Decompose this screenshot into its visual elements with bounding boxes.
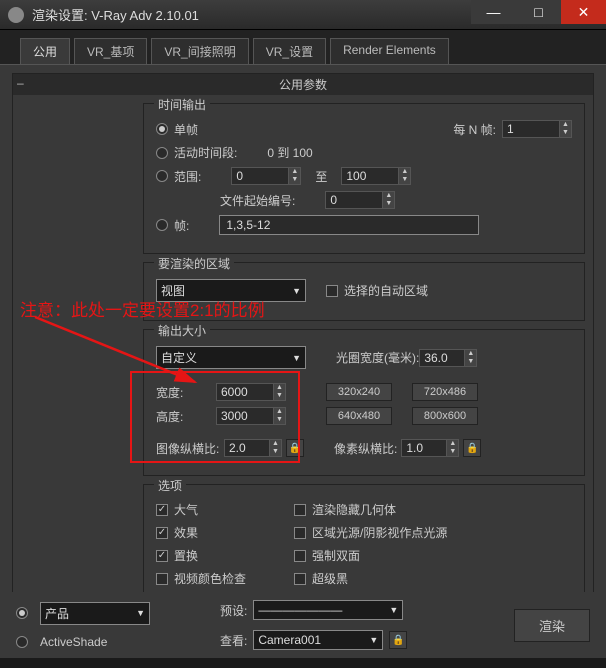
group-label: 时间输出 [154, 96, 210, 113]
close-button[interactable]: ✕ [561, 0, 606, 24]
active-segment-label: 活动时间段: [174, 144, 237, 161]
pixel-aspect-spinner[interactable]: ▲▼ [401, 439, 459, 457]
every-n-input[interactable] [502, 120, 560, 138]
chevron-down-icon: ▼ [136, 608, 145, 618]
force2side-checkbox[interactable] [294, 550, 306, 562]
group-label: 要渲染的区域 [154, 255, 234, 272]
frames-label: 帧: [174, 217, 189, 234]
aperture-label: 光圈宽度(毫米): [336, 349, 419, 366]
width-spinner[interactable]: ▲▼ [216, 383, 286, 401]
options-group: 选项 大气 渲染隐藏几何体 效果 区域光源/阴影视作点光源 置换 强制双面 [143, 484, 585, 603]
range-from-spinner[interactable]: ▲▼ [231, 167, 301, 185]
time-output-group: 时间输出 单帧 每 N 帧: ▲▼ 活动时间段: 0 到 100 [143, 103, 585, 254]
img-aspect-label: 图像纵横比: [156, 440, 224, 457]
activeshade-label: ActiveShade [40, 635, 107, 649]
range-label: 范围: [174, 168, 201, 185]
radio-activeshade[interactable] [16, 636, 28, 648]
video-color-checkbox[interactable] [156, 573, 168, 585]
product-dropdown[interactable]: 产品 ▼ [40, 602, 150, 625]
app-icon [8, 7, 24, 23]
output-size-group: 输出大小 自定义 ▼ 光圈宽度(毫米): ▲▼ 宽度: ▲▼ 320x240 7… [143, 329, 585, 476]
pixel-aspect-label: 像素纵横比: [334, 440, 397, 457]
chevron-down-icon: ▼ [292, 353, 301, 363]
tab-vr-base[interactable]: VR_基项 [74, 38, 147, 64]
every-n-label: 每 N 帧: [453, 121, 496, 138]
displace-label: 置换 [174, 547, 294, 564]
superblack-checkbox[interactable] [294, 573, 306, 585]
section-title: 公用参数 [279, 78, 327, 92]
preset-640x480[interactable]: 640x480 [326, 407, 392, 425]
render-button[interactable]: 渲染 [514, 609, 590, 642]
radio-active-segment[interactable] [156, 147, 168, 159]
area-light-checkbox[interactable] [294, 527, 306, 539]
viewport-value: Camera001 [258, 633, 321, 647]
height-spinner[interactable]: ▲▼ [216, 407, 286, 425]
chevron-down-icon: ▼ [292, 286, 301, 296]
video-color-label: 视频颜色检查 [174, 570, 294, 587]
viewport-label: 查看: [220, 632, 247, 649]
render-area-value: 视图 [161, 282, 185, 299]
atmos-checkbox[interactable] [156, 504, 168, 516]
pixel-aspect-lock[interactable]: 🔒 [463, 439, 481, 457]
file-start-label: 文件起始编号: [220, 192, 295, 209]
footer: 产品 ▼ ActiveShade 预设: ——————— ▼ 查看: Camer… [0, 592, 606, 658]
chevron-down-icon: ▼ [389, 605, 398, 615]
every-n-spinner[interactable]: ▲▼ [502, 120, 572, 138]
range-to-label: 至 [315, 168, 327, 185]
width-label: 宽度: [156, 384, 216, 401]
title-bar: 渲染设置: V-Ray Adv 2.10.01 — □ ✕ [0, 0, 606, 30]
group-label: 输出大小 [154, 322, 210, 339]
content-panel: – 公用参数 时间输出 单帧 每 N 帧: ▲▼ 活动时间段: 0 到 [0, 65, 606, 603]
range-to-spinner[interactable]: ▲▼ [341, 167, 411, 185]
radio-range[interactable] [156, 170, 168, 182]
single-frame-label: 单帧 [174, 121, 198, 138]
superblack-label: 超级黑 [312, 570, 348, 587]
tab-common[interactable]: 公用 [20, 38, 70, 64]
render-area-dropdown[interactable]: 视图 ▼ [156, 279, 306, 302]
effects-checkbox[interactable] [156, 527, 168, 539]
collapse-icon[interactable]: – [17, 76, 24, 90]
maximize-button[interactable]: □ [516, 0, 561, 24]
atmos-label: 大气 [174, 501, 294, 518]
tab-bar: 公用 VR_基项 VR_间接照明 VR_设置 Render Elements [0, 30, 606, 65]
preset-320x240[interactable]: 320x240 [326, 383, 392, 401]
radio-product[interactable] [16, 607, 28, 619]
hidden-geom-label: 渲染隐藏几何体 [312, 501, 396, 518]
preset-label: 预设: [220, 602, 247, 619]
active-range: 0 到 100 [267, 144, 312, 161]
force2side-label: 强制双面 [312, 547, 360, 564]
effects-label: 效果 [174, 524, 294, 541]
img-aspect-lock[interactable]: 🔒 [286, 439, 304, 457]
displace-checkbox[interactable] [156, 550, 168, 562]
height-label: 高度: [156, 408, 216, 425]
frames-input[interactable] [219, 215, 479, 235]
tab-vr-settings[interactable]: VR_设置 [253, 38, 326, 64]
preset-720x486[interactable]: 720x486 [412, 383, 478, 401]
section-header: – 公用参数 [13, 74, 593, 95]
common-params-section: – 公用参数 时间输出 单帧 每 N 帧: ▲▼ 活动时间段: 0 到 [12, 73, 594, 603]
tab-render-elements[interactable]: Render Elements [330, 38, 449, 64]
radio-frames[interactable] [156, 219, 168, 231]
area-light-label: 区域光源/阴影视作点光源 [312, 524, 447, 541]
hidden-geom-checkbox[interactable] [294, 504, 306, 516]
auto-region-label: 选择的自动区域 [344, 282, 428, 299]
img-aspect-spinner[interactable]: ▲▼ [224, 439, 282, 457]
render-area-group: 要渲染的区域 视图 ▼ 选择的自动区域 [143, 262, 585, 321]
radio-single-frame[interactable] [156, 123, 168, 135]
viewport-lock[interactable]: 🔒 [389, 631, 407, 649]
preset-dropdown[interactable]: ——————— ▼ [253, 600, 403, 620]
group-label: 选项 [154, 477, 186, 494]
auto-region-checkbox[interactable] [326, 285, 338, 297]
viewport-dropdown[interactable]: Camera001 ▼ [253, 630, 383, 650]
minimize-button[interactable]: — [471, 0, 516, 24]
preset-800x600[interactable]: 800x600 [412, 407, 478, 425]
custom-value: 自定义 [161, 349, 197, 366]
chevron-down-icon: ▼ [369, 635, 378, 645]
output-size-dropdown[interactable]: 自定义 ▼ [156, 346, 306, 369]
file-start-spinner[interactable]: ▲▼ [325, 191, 395, 209]
tab-vr-gi[interactable]: VR_间接照明 [151, 38, 248, 64]
product-label: 产品 [45, 605, 69, 622]
aperture-spinner[interactable]: ▲▼ [419, 349, 477, 367]
